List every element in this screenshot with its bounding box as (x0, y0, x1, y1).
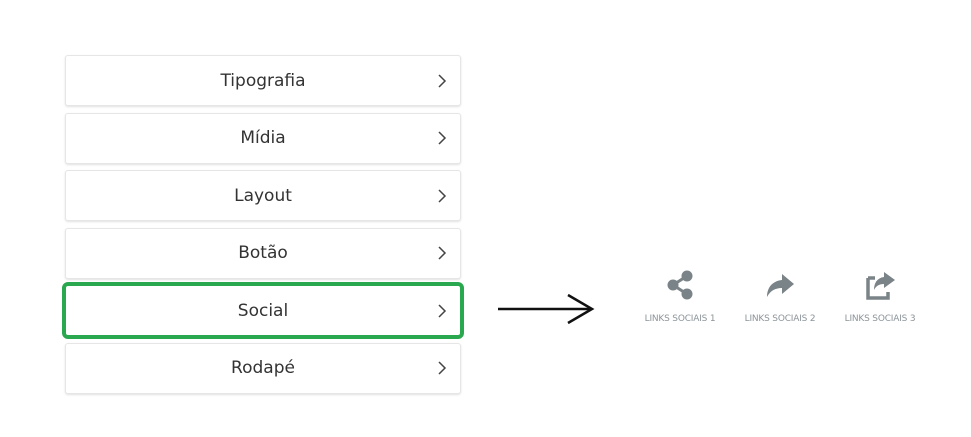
menu-item-label: Tipografia (220, 70, 306, 91)
share-arrow-icon (767, 274, 794, 297)
chevron-right-icon (438, 73, 447, 88)
social-option-3[interactable]: LINKS SOCIAIS 3 (830, 268, 930, 324)
menu-item-tipografia[interactable]: Tipografia (65, 55, 461, 106)
menu-item-layout[interactable]: Layout (65, 170, 461, 221)
chevron-right-icon (438, 303, 447, 318)
social-links-options: LINKS SOCIAIS 1 LINKS SOCIAIS 2 LINKS SO… (630, 268, 930, 324)
share-nodes-icon (667, 270, 693, 300)
menu-item-botao[interactable]: Botão (65, 227, 461, 279)
chevron-right-icon (438, 361, 447, 375)
social-option-1[interactable]: LINKS SOCIAIS 1 (630, 268, 730, 324)
social-option-label: LINKS SOCIAIS 3 (844, 314, 916, 324)
share-square-icon (866, 272, 895, 300)
menu-item-social[interactable]: Social (62, 282, 464, 339)
arrow-right-icon (498, 293, 595, 325)
social-option-label: LINKS SOCIAIS 1 (644, 314, 716, 324)
menu-item-label: Rodapé (231, 358, 295, 378)
menu-item-midia[interactable]: Mídia (65, 112, 461, 164)
menu-item-label: Mídia (240, 128, 286, 148)
menu-item-label: Botão (238, 243, 288, 263)
menu-item-label: Social (237, 300, 289, 321)
menu-item-label: Layout (234, 185, 292, 206)
settings-menu: Tipografia Mídia Layout Botão Social Rod… (62, 55, 464, 400)
menu-item-rodape[interactable]: Rodapé (65, 342, 461, 394)
social-option-label: LINKS SOCIAIS 2 (744, 314, 816, 324)
chevron-right-icon (438, 131, 447, 145)
chevron-right-icon (438, 188, 447, 203)
social-option-2[interactable]: LINKS SOCIAIS 2 (730, 268, 830, 324)
chevron-right-icon (438, 246, 447, 260)
